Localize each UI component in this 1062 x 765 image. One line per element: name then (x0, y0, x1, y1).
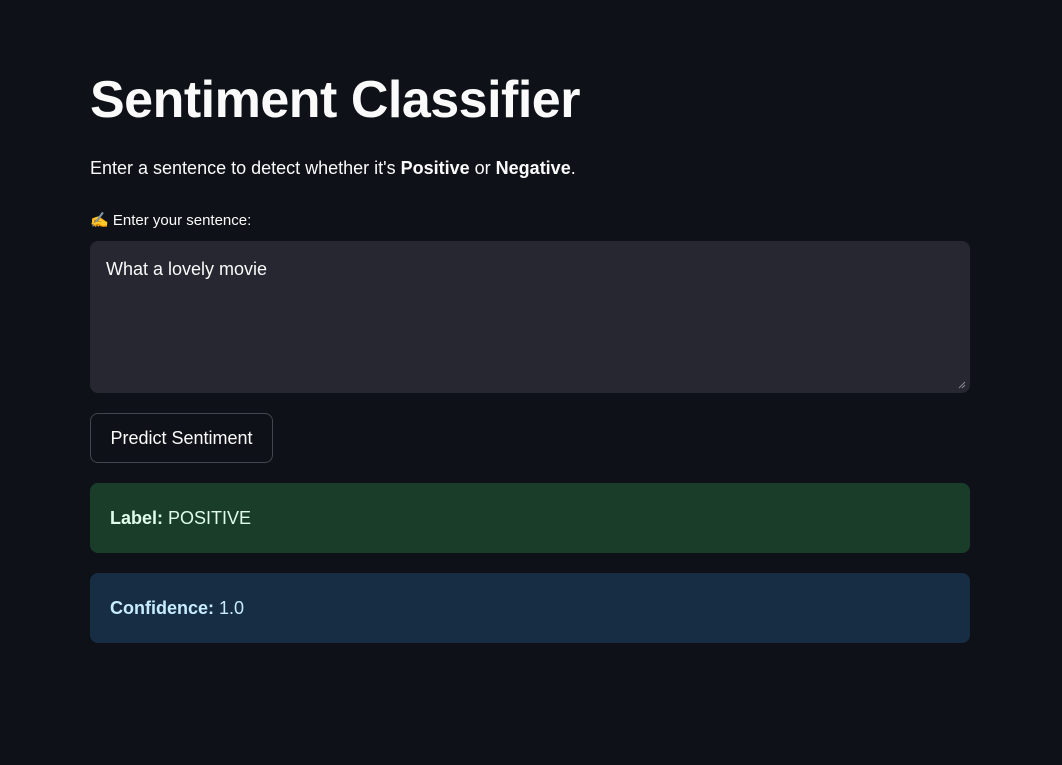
sentence-input-label-text: Enter your sentence: (112, 212, 252, 229)
label-result-key: Label: (110, 507, 164, 528)
subtitle-middle: or (469, 158, 496, 178)
page-title: Sentiment Classifier (90, 71, 580, 129)
subtitle-positive: Positive (400, 158, 470, 178)
writing-hand-icon: ✍️ (90, 212, 109, 229)
label-result-box: Label: POSITIVE (90, 483, 970, 553)
confidence-result-value: 1.0 (219, 597, 245, 618)
sentence-input[interactable]: What a lovely movie (90, 241, 970, 393)
confidence-result-key: Confidence: (110, 597, 215, 618)
subtitle-suffix: . (570, 158, 576, 178)
sentence-input-label: ✍️ Enter your sentence: (90, 211, 251, 229)
confidence-result-box: Confidence: 1.0 (90, 573, 970, 643)
resize-handle-icon[interactable] (958, 381, 966, 389)
predict-sentiment-button[interactable]: Predict Sentiment (90, 413, 273, 463)
page-subtitle: Enter a sentence to detect whether it's … (90, 158, 576, 179)
subtitle-negative: Negative (495, 158, 571, 178)
label-result-value: POSITIVE (168, 507, 252, 528)
subtitle-prefix: Enter a sentence to detect whether it's (90, 158, 401, 178)
